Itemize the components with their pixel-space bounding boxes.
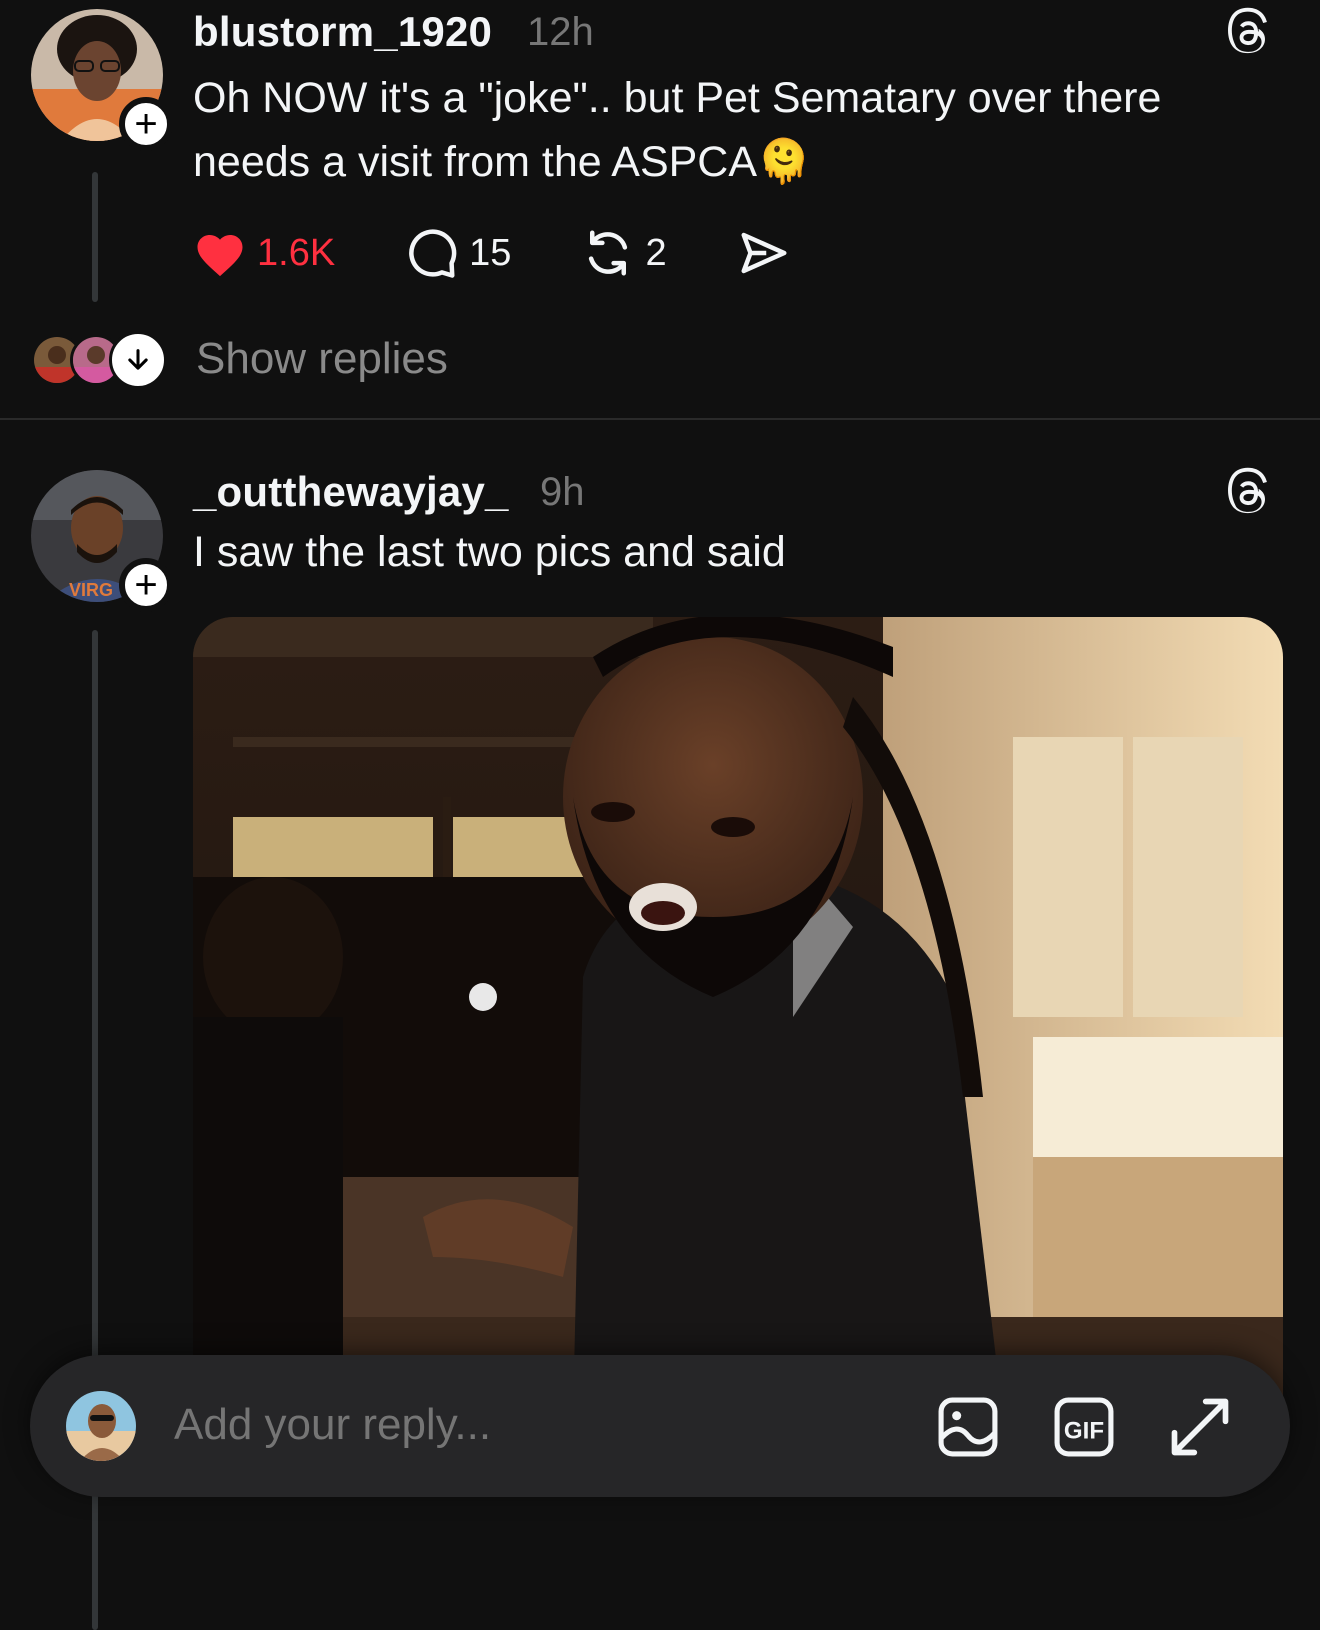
image-icon[interactable] (934, 1393, 1002, 1461)
like-count: 1.6K (257, 231, 336, 274)
current-user-avatar (66, 1391, 136, 1461)
svg-text:VIRG: VIRG (69, 580, 113, 600)
heart-icon (197, 235, 243, 277)
post-1-text: Oh NOW it's a "joke".. but Pet Sematary … (193, 66, 1273, 194)
repost-icon (589, 230, 628, 276)
like-button[interactable]: 1.6K (193, 228, 335, 278)
svg-text:GIF: GIF (1064, 1417, 1104, 1444)
repost-count: 2 (645, 231, 667, 274)
post-1-timestamp: 12h (527, 10, 594, 54)
reply-count: 15 (469, 231, 512, 274)
post-1-text-line-2: needs a visit from the ASPCA🫠 (193, 130, 1273, 194)
post-1-actions: 1.6K 15 2 (193, 226, 861, 280)
post-1-avatar-wrap[interactable]: + (31, 9, 173, 151)
post-1-text-line-2-content: needs a visit from the ASPCA (193, 138, 758, 186)
video-thumbnail (193, 617, 1283, 1417)
threads-icon[interactable] (1222, 6, 1274, 58)
expand-icon[interactable] (1166, 1393, 1234, 1461)
post-2-timestamp: 9h (540, 470, 585, 514)
post-2-media[interactable] (193, 617, 1283, 1417)
post-1-text-line-1: Oh NOW it's a "joke".. but Pet Sematary … (193, 74, 1162, 122)
reply-button[interactable]: 15 (405, 226, 511, 280)
arrow-down-icon (128, 349, 148, 370)
show-replies-toggle[interactable] (109, 331, 167, 389)
reply-input[interactable] (172, 1399, 876, 1451)
follow-button[interactable]: + (119, 558, 173, 612)
share-icon (741, 232, 787, 274)
post-2-username[interactable]: _outthewayjay_ (193, 468, 509, 516)
post-2-text: I saw the last two pics and said (193, 528, 786, 576)
thread-line (92, 172, 98, 302)
threads-icon[interactable] (1222, 466, 1274, 518)
reply-composer: GIF (30, 1355, 1290, 1497)
post-2-avatar-wrap[interactable]: VIRG + (31, 470, 173, 612)
melting-face-emoji: 🫠 (757, 138, 811, 186)
follow-button[interactable]: + (119, 97, 173, 151)
show-replies-link[interactable]: Show replies (196, 334, 448, 384)
comment-icon (409, 229, 457, 278)
post-1-username[interactable]: blustorm_1920 (193, 8, 492, 56)
repost-button[interactable]: 2 (581, 226, 667, 280)
share-button[interactable] (737, 226, 791, 280)
gif-icon[interactable]: GIF (1050, 1393, 1118, 1461)
post-1: + blustorm_1920 12h Oh NOW it's a "joke"… (0, 0, 1320, 420)
